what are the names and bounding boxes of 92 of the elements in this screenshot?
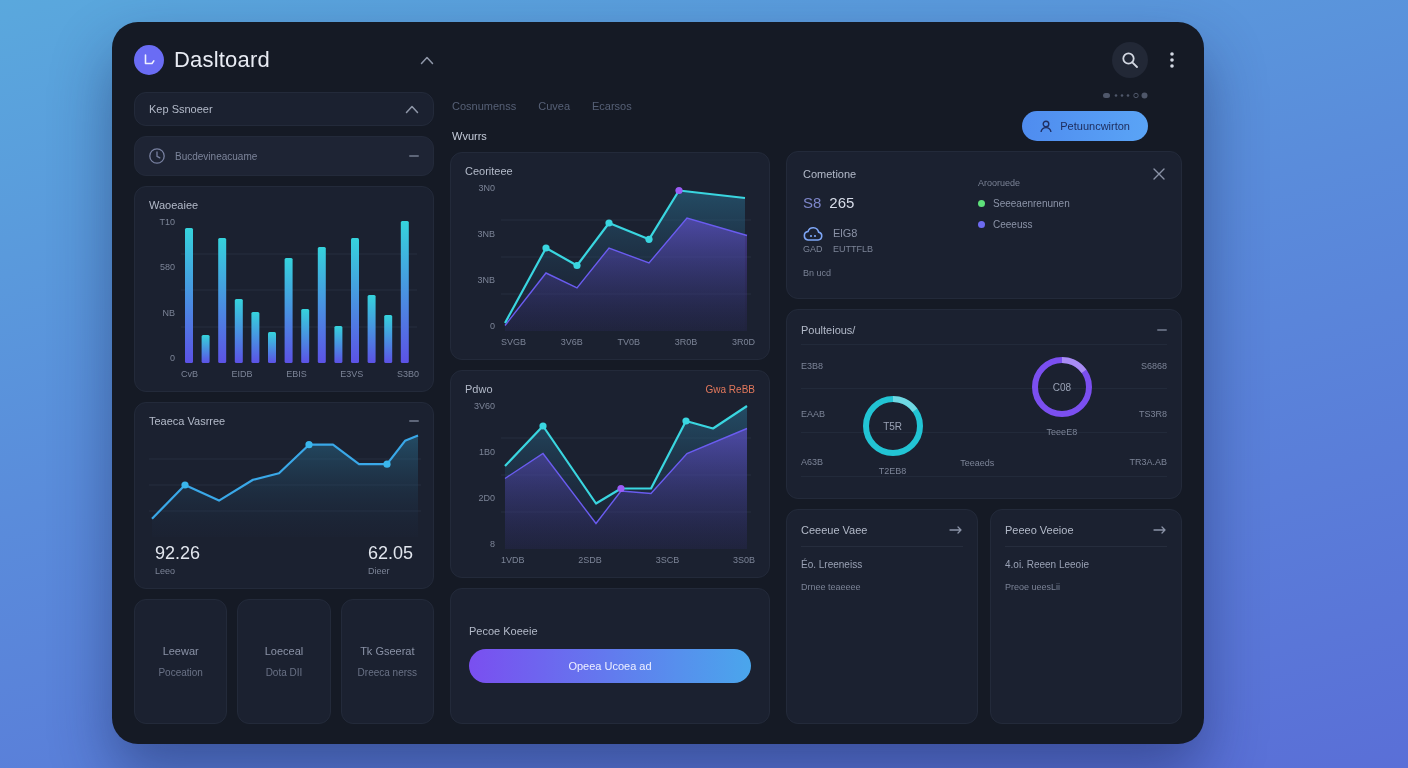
axis-label: EAAB <box>801 409 825 419</box>
axis-label: T10 <box>159 217 175 227</box>
axis-label: 0 <box>490 321 495 331</box>
app-title: Dasltoard <box>174 47 270 73</box>
cloud-icon <box>803 225 823 241</box>
chart-note: Teeaeds <box>960 458 995 468</box>
metric-caption: GAD <box>803 244 823 254</box>
search-icon <box>1122 52 1138 68</box>
axis-label: 3S0B <box>732 555 755 565</box>
info-subtext: Drnee teaeeee <box>801 582 862 592</box>
axis-label: TR3A.AB <box>1129 457 1167 467</box>
section-title: Kep Ssnoeer <box>149 103 213 115</box>
card-subtitle: Poceation <box>158 667 203 678</box>
axis-label: S3B0 <box>396 369 419 379</box>
axis-label: EBIS <box>286 369 307 379</box>
axis-label: 3R0B <box>674 337 698 347</box>
axis-label: SVGB <box>501 337 526 347</box>
action-button[interactable]: Opeea Ucoea ad <box>469 649 751 683</box>
axis-label: 3V6B <box>560 337 583 347</box>
chevron-up-icon[interactable] <box>405 103 419 115</box>
card-title: Poulteious/ <box>801 324 856 336</box>
axis-label: 1VDB <box>501 555 525 565</box>
ring-value: C08 <box>1052 381 1072 393</box>
card-title: Pecoe Koeeie <box>469 625 539 637</box>
stat-value: 62.05 <box>367 543 413 564</box>
stat-value: 265 <box>829 194 855 211</box>
axis-label: 2SDB <box>578 555 602 565</box>
card-title: Cometione <box>803 168 857 180</box>
value-prefix: S8 <box>803 194 822 211</box>
axis-label: 580 <box>159 262 175 273</box>
axis-label: 1B0 <box>479 447 495 457</box>
info-subtext: Preoe ueesLii <box>1005 582 1062 592</box>
axis-label: 3SCB <box>655 555 680 565</box>
axis-label: 3NB <box>477 229 495 239</box>
stat-label: Dieer <box>367 566 390 576</box>
card-subtitle: Dreeca nerss <box>357 667 418 678</box>
metric-note: EUTTFLB <box>833 244 873 254</box>
axis-label: 0 <box>170 353 175 363</box>
card-title: Waoeaiee <box>149 199 200 211</box>
list-item[interactable]: Bucdevineacuame <box>134 136 434 176</box>
axis-label: S6868 <box>1140 361 1167 371</box>
axis-label: TV0B <box>617 337 640 347</box>
info-text: Éo. Lreeneiss <box>801 559 864 570</box>
arrow-right-icon[interactable] <box>949 526 963 534</box>
legend-label: Seeeaenrenunen <box>993 198 1070 209</box>
axis-label: NB <box>162 307 175 318</box>
axis-label: TS3R8 <box>1139 409 1167 419</box>
ring-caption: TeeeE8 <box>1046 427 1078 437</box>
tab[interactable]: Cosnumenss <box>452 98 517 118</box>
card-footer: Bn ucd <box>803 268 832 278</box>
axis-label: 3NB <box>477 275 495 285</box>
tab[interactable]: Cuvea <box>538 98 570 118</box>
primary-button[interactable]: Petuuncwirton <box>1022 111 1148 141</box>
axis-label: CvB <box>181 369 198 379</box>
legend-title: Arooruede <box>978 178 1021 188</box>
card-title: Leewar <box>162 645 199 657</box>
chevron-up-icon[interactable] <box>420 54 434 66</box>
axis-label: 3V60 <box>473 401 495 411</box>
card-title: Loeceal <box>264 645 304 657</box>
card-title: Ceoriteee <box>465 165 513 177</box>
card-title: Ceeeue Vaee <box>801 524 868 536</box>
clock-icon <box>149 148 165 164</box>
ring-caption: T2EB8 <box>878 466 907 476</box>
metric-value: ElG8 <box>833 227 859 239</box>
axis-label: 3R0D <box>731 337 755 347</box>
axis-label: 2D0 <box>478 493 495 503</box>
dots-icon <box>1103 92 1148 99</box>
card-title: Pdwo <box>465 383 493 395</box>
stat-value: 92.26 <box>155 543 201 564</box>
axis-label: 3N0 <box>478 183 495 193</box>
stat-label: Leeo <box>155 566 176 576</box>
section-label: Wvurrs <box>451 130 488 142</box>
close-icon[interactable] <box>1153 168 1165 180</box>
card-title: Teaeca Vasrree <box>149 415 226 427</box>
card-title: Peeeo Veeioe <box>1005 524 1074 536</box>
axis-label: E3B8 <box>801 361 824 371</box>
info-text: 4.oi. Reeen Leeoie <box>1005 559 1090 570</box>
arrow-right-icon[interactable] <box>1153 526 1167 534</box>
card-title: Tk Gseerat <box>360 645 415 657</box>
logo-icon <box>134 45 164 75</box>
legend-label: Ceeeuss <box>993 219 1033 230</box>
kebab-icon[interactable] <box>1170 52 1174 68</box>
axis-label: 8 <box>490 539 495 549</box>
ring-value: T5R <box>883 420 903 432</box>
axis-label: A63B <box>801 457 824 467</box>
user-icon <box>1040 120 1053 132</box>
axis-label: EIDB <box>231 369 253 379</box>
tab[interactable]: Ecarsos <box>592 98 632 118</box>
card-subtitle: Dota DII <box>265 667 303 678</box>
axis-label: E3VS <box>340 369 364 379</box>
search-button[interactable] <box>1112 42 1148 78</box>
chart-label: Gwa ReBB <box>705 383 755 395</box>
